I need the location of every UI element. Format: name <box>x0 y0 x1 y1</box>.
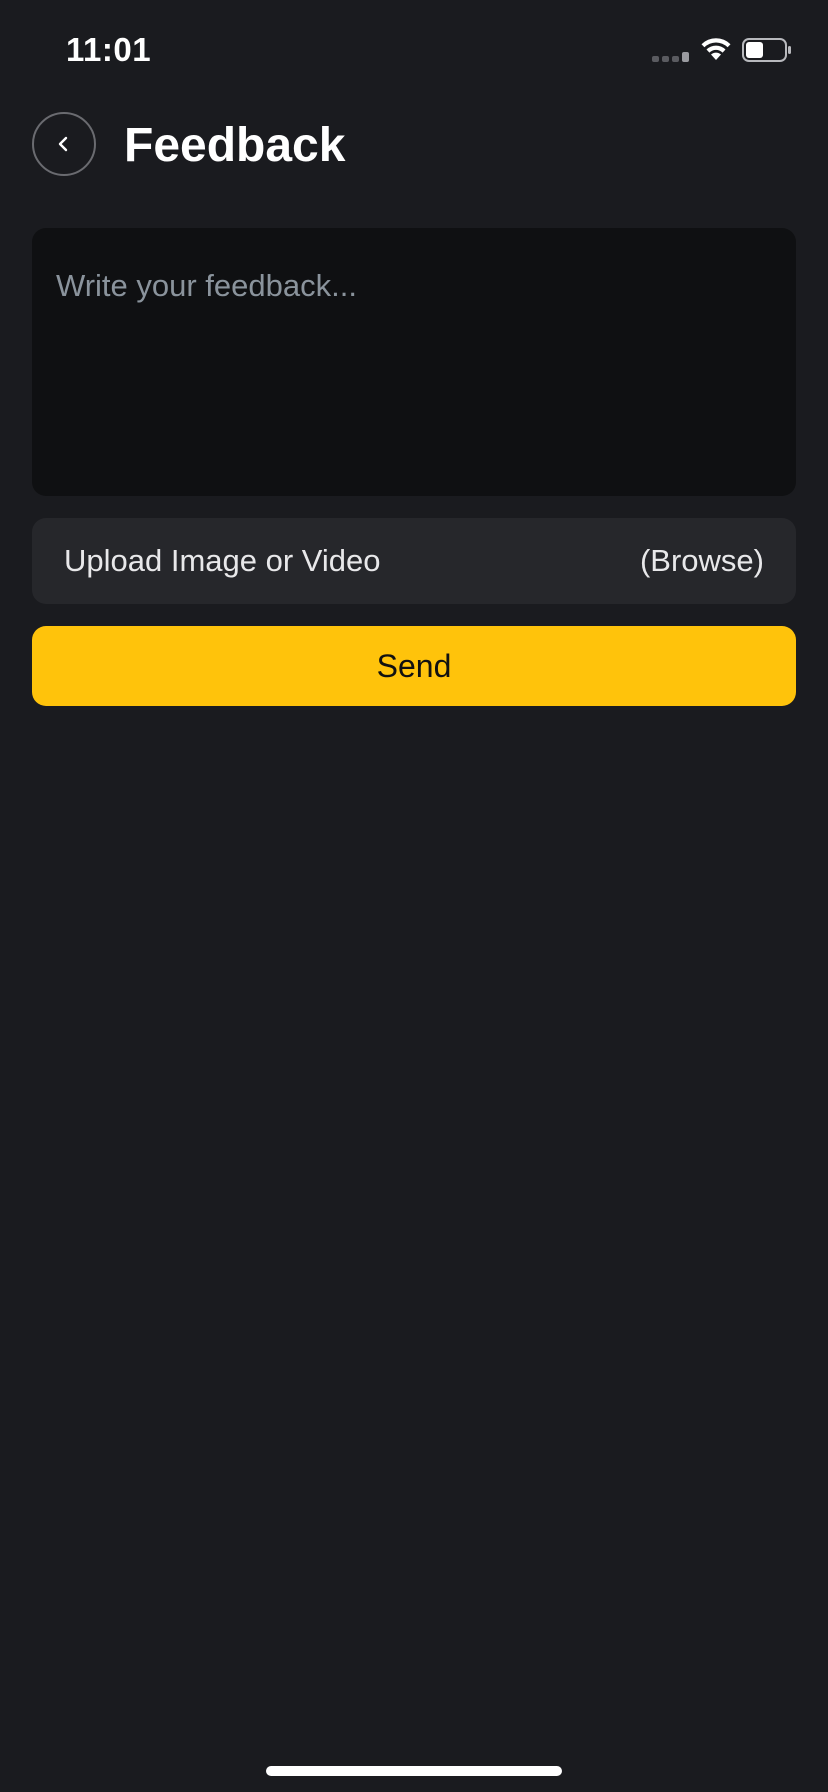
battery-icon <box>742 38 792 62</box>
send-button[interactable]: Send <box>32 626 796 706</box>
status-bar: 11:01 <box>0 0 828 100</box>
status-time: 11:01 <box>66 31 152 68</box>
back-button[interactable] <box>32 112 96 176</box>
page-title: Feedback <box>124 119 346 172</box>
cellular-signal-icon <box>652 52 692 62</box>
home-indicator <box>266 1766 562 1776</box>
upload-label: Upload Image or Video <box>64 543 381 578</box>
feedback-placeholder: Write your feedback... <box>56 268 357 303</box>
upload-media-field[interactable]: Upload Image or Video (Browse) <box>32 518 796 604</box>
wifi-icon <box>698 34 734 62</box>
browse-link[interactable]: (Browse) <box>640 543 764 579</box>
chevron-left-icon <box>58 136 68 152</box>
header: Feedback <box>0 110 828 182</box>
feedback-textarea[interactable]: Write your feedback... <box>32 228 796 496</box>
